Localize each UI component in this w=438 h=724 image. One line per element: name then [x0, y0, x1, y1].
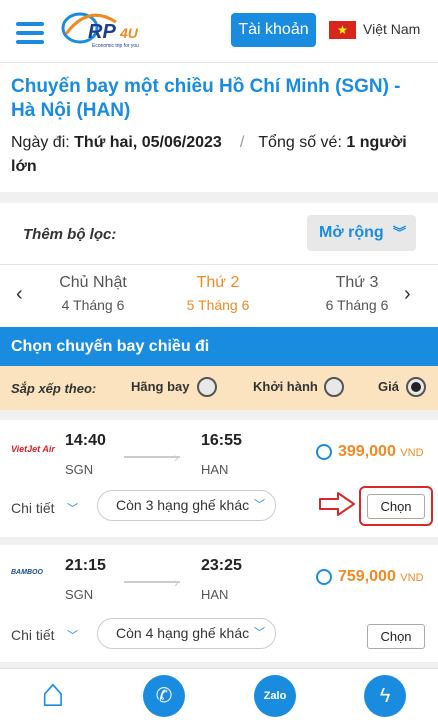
price: 759,000 VND — [338, 568, 424, 586]
red-pointer-arrow-icon — [319, 492, 355, 516]
seat-class-select[interactable]: Còn 4 hạng ghế khác ﹀ — [97, 618, 276, 649]
sort-departure-label[interactable]: Khởi hành — [253, 379, 318, 394]
route-arrow-icon: › — [174, 449, 179, 465]
airline-logo-bamboo: BAMBOO — [11, 569, 43, 576]
seat-class-select[interactable]: Còn 3 hạng ghế khác ﹀ — [97, 490, 276, 521]
airline-logo-vietjet: VietJet Air — [11, 444, 55, 454]
choose-flight-button[interactable]: Chọn — [367, 494, 425, 519]
price-currency: VND — [400, 572, 424, 584]
detail-link[interactable]: Chi tiết — [11, 500, 55, 516]
phone-icon[interactable]: ✆ — [143, 675, 185, 717]
sort-departure-radio[interactable] — [324, 377, 344, 397]
prev-date-chevron-icon[interactable]: ‹ — [16, 283, 23, 306]
day-date: 5 Tháng 6 — [186, 297, 250, 313]
sort-price-radio[interactable] — [406, 377, 426, 397]
date-navigation: ‹ Chủ Nhật 4 Tháng 6 Thứ 2 5 Tháng 6 Thứ… — [0, 265, 438, 327]
logo[interactable]: RP 4U Economic trip for you — [58, 8, 158, 54]
double-chevron-down-icon: ︾ — [392, 225, 406, 240]
sort-label: Sắp xếp theo: — [11, 381, 97, 396]
depart-code: SGN — [65, 462, 94, 477]
section-title: Chọn chuyến bay chiều đi — [0, 327, 438, 366]
tickets-label: Tổng số vé: — [258, 134, 342, 151]
price-value: 759,000 — [338, 568, 396, 585]
next-date-chevron-icon[interactable]: › — [404, 283, 411, 306]
price-currency: VND — [400, 447, 424, 459]
day-date: 6 Tháng 6 — [325, 297, 389, 313]
messenger-icon[interactable]: ϟ — [364, 675, 406, 717]
flight-card: BAMBOO 21:15 SGN › 23:25 HAN 759,000 VND… — [0, 545, 438, 662]
svg-text:4U: 4U — [119, 25, 139, 41]
chevron-down-icon[interactable]: ﹀ — [67, 500, 78, 516]
chevron-down-icon: ﹀ — [254, 627, 265, 639]
depart-time: 14:40 — [65, 432, 106, 449]
date-tab-tuesday[interactable]: Thứ 3 6 Tháng 6 — [297, 274, 417, 313]
language-label[interactable]: Việt Nam — [363, 21, 420, 37]
price-value: 399,000 — [338, 443, 396, 460]
sort-airline-radio[interactable] — [197, 377, 217, 397]
day-name: Thứ 2 — [196, 274, 240, 291]
trip-summary-card: Chuyến bay một chiều Hồ Chí Minh (SGN) -… — [0, 62, 438, 192]
filter-bar: Thêm bộ lọc: Mở rộng ︾ — [0, 203, 438, 265]
svg-text:RP: RP — [88, 21, 116, 43]
hamburger-menu-icon[interactable] — [16, 22, 44, 44]
day-name: Thứ 3 — [335, 274, 379, 291]
date-value: Thứ hai, 05/06/2023 — [74, 134, 222, 151]
seat-class-label: Còn 4 hạng ghế khác — [116, 625, 250, 641]
detail-link[interactable]: Chi tiết — [11, 627, 55, 643]
header: RP 4U Economic trip for you Tài khoản ★ … — [0, 0, 438, 62]
date-tab-monday[interactable]: Thứ 2 5 Tháng 6 — [158, 274, 278, 313]
depart-code: SGN — [65, 587, 94, 602]
meta-separator: / — [239, 134, 245, 151]
sort-airline-label[interactable]: Hãng bay — [131, 379, 190, 394]
trip-meta: Ngày đi: Thứ hai, 05/06/2023 / Tổng số vé:… — [11, 131, 431, 179]
arrive-time: 16:55 — [201, 432, 242, 449]
choose-flight-button[interactable]: Chọn — [367, 624, 425, 649]
home-heart-icon[interactable]: ⌂ — [32, 673, 74, 717]
zalo-icon[interactable]: Zalo — [254, 675, 296, 717]
seat-class-label: Còn 3 hạng ghế khác — [116, 497, 250, 513]
filter-label: Thêm bộ lọc: — [23, 226, 117, 243]
route-line — [124, 581, 180, 583]
arrive-code: HAN — [201, 462, 229, 477]
price-person-icon — [316, 444, 332, 460]
arrive-time: 23:25 — [201, 557, 242, 574]
price: 399,000 VND — [338, 443, 424, 461]
sort-price-label[interactable]: Giá — [378, 379, 399, 394]
day-date: 4 Tháng 6 — [61, 297, 125, 313]
logo-tagline: Economic trip for you — [92, 43, 139, 49]
page-title: Chuyến bay một chiều Hồ Chí Minh (SGN) -… — [11, 76, 401, 121]
flight-card: VietJet Air 14:40 SGN › 16:55 HAN 399,00… — [0, 420, 438, 537]
arrive-code: HAN — [201, 587, 229, 602]
sort-bar: Sắp xếp theo: Hãng bay Khởi hành Giá — [0, 366, 438, 410]
account-button[interactable]: Tài khoản — [231, 13, 316, 47]
zalo-label: Zalo — [263, 690, 287, 702]
depart-time: 21:15 — [65, 557, 106, 574]
expand-label: Mở rộng — [319, 224, 384, 241]
expand-filter-button[interactable]: Mở rộng ︾ — [307, 215, 416, 251]
day-name: Chủ Nhật — [59, 274, 127, 291]
date-tab-sunday[interactable]: Chủ Nhật 4 Tháng 6 — [33, 274, 153, 313]
chevron-down-icon[interactable]: ﹀ — [67, 627, 78, 643]
chevron-down-icon: ﹀ — [254, 499, 265, 511]
date-label: Ngày đi: — [11, 134, 70, 151]
price-person-icon — [316, 569, 332, 585]
route-line — [124, 456, 180, 458]
vietnam-flag-icon[interactable]: ★ — [329, 21, 356, 39]
bottom-navigation: ⌂ ✆ Zalo ϟ — [0, 668, 438, 724]
route-arrow-icon: › — [174, 574, 179, 590]
